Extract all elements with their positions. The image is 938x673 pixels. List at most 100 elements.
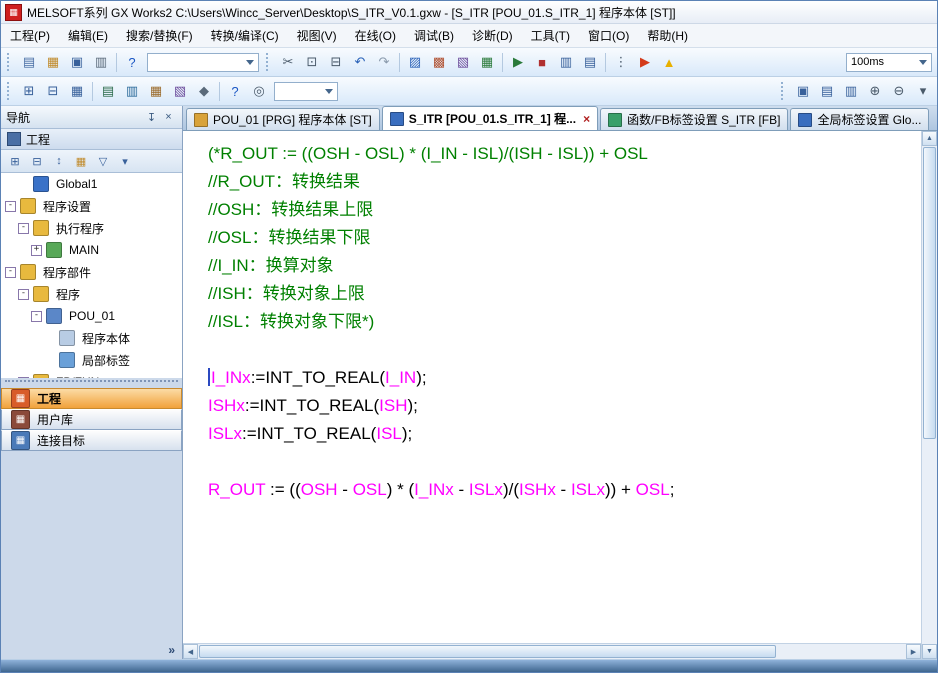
horizontal-scrollbar[interactable]: ◀ ▶ <box>183 643 921 659</box>
menu-item-7[interactable]: 调试(B) <box>405 24 463 47</box>
element-selection-icon[interactable]: ⊟ <box>42 80 64 102</box>
tree-item-6[interactable]: -程序 <box>1 283 182 305</box>
tree-item-2[interactable]: -程序设置 <box>1 195 182 217</box>
cut-icon[interactable]: ✂ <box>277 51 299 73</box>
plc-write-icon[interactable]: ▩ <box>428 51 450 73</box>
collapse-icon[interactable]: - <box>18 223 29 234</box>
paste-icon[interactable]: ⊟ <box>325 51 347 73</box>
nav-button-3[interactable]: ▦连接目标 <box>1 430 182 451</box>
menu-item-4[interactable]: 转换/编译(C) <box>202 24 288 47</box>
chevron-down-icon[interactable] <box>246 60 254 65</box>
cross-reference-icon[interactable]: ▧ <box>169 80 191 102</box>
redo-icon[interactable]: ↷ <box>373 51 395 73</box>
close-panel-icon[interactable]: × <box>160 109 177 126</box>
tree-item-4[interactable]: +MAIN <box>1 239 182 261</box>
zoom-out-icon[interactable]: ⊖ <box>888 80 910 102</box>
tree-item-9[interactable]: 局部标签 <box>1 349 182 371</box>
project-display-icon[interactable]: ▦ <box>71 151 91 171</box>
editor-tab-4[interactable]: 全局标签设置 Glo... <box>790 108 929 130</box>
tree-menu-icon[interactable]: ▾ <box>115 151 135 171</box>
note-display-icon[interactable]: ▥ <box>840 80 862 102</box>
menu-item-11[interactable]: 帮助(H) <box>638 24 697 47</box>
tree-item-7[interactable]: -POU_01 <box>1 305 182 327</box>
overflow-dots-icon[interactable]: ⋮ <box>610 51 632 73</box>
show-all-icon[interactable]: ⊞ <box>5 151 25 171</box>
tree-item-5[interactable]: -程序部件 <box>1 261 182 283</box>
navigation-window-icon[interactable]: ⊞ <box>18 80 40 102</box>
device-comment-display-icon[interactable]: ▤ <box>97 80 119 102</box>
scroll-down-icon[interactable]: ▼ <box>922 644 937 659</box>
copy-icon[interactable]: ⊡ <box>301 51 323 73</box>
collapse-icon[interactable]: - <box>18 377 29 378</box>
undo-icon[interactable]: ↶ <box>349 51 371 73</box>
open-project-icon[interactable]: ▦ <box>42 51 64 73</box>
panel-splitter[interactable] <box>5 380 178 388</box>
tree-item-1[interactable]: Global1 <box>1 173 182 195</box>
collapse-icon[interactable]: - <box>18 289 29 300</box>
statement-display-icon[interactable]: ▤ <box>816 80 838 102</box>
toolbar-grip[interactable] <box>7 53 13 71</box>
scroll-track[interactable] <box>922 440 937 644</box>
expand-icon[interactable]: + <box>31 245 42 256</box>
print-icon[interactable]: ▥ <box>90 51 112 73</box>
menu-item-6[interactable]: 在线(O) <box>346 24 405 47</box>
toolbar-options-icon[interactable]: ▾ <box>912 80 934 102</box>
toolbar-grip[interactable] <box>266 53 272 71</box>
toolbar-grip[interactable] <box>781 82 787 100</box>
context-help-icon[interactable]: ? <box>224 80 246 102</box>
save-project-icon[interactable]: ▣ <box>66 51 88 73</box>
window-select-combo[interactable] <box>147 53 259 72</box>
monitor-mode-icon[interactable]: ▦ <box>476 51 498 73</box>
menu-item-5[interactable]: 视图(V) <box>288 24 346 47</box>
monitor-start-icon[interactable]: ▶ <box>507 51 529 73</box>
scan-time-combo[interactable]: 100ms <box>846 53 932 72</box>
collapse-icon[interactable]: - <box>5 267 16 278</box>
menu-item-2[interactable]: 编辑(E) <box>59 24 117 47</box>
filter-icon[interactable]: ▽ <box>93 151 113 171</box>
pin-icon[interactable]: ↧ <box>143 109 160 126</box>
watch-window-icon[interactable]: ▤ <box>579 51 601 73</box>
tree-item-10[interactable]: -FB/FUN <box>1 371 182 378</box>
find-icon[interactable]: ◎ <box>248 80 270 102</box>
comment-display-icon[interactable]: ▣ <box>792 80 814 102</box>
monitor-stop-icon[interactable]: ■ <box>531 51 553 73</box>
tree-item-8[interactable]: 程序本体 <box>1 327 182 349</box>
scroll-right-icon[interactable]: ▶ <box>906 644 921 659</box>
code-area[interactable]: (*R_OUT := ((OSH - OSL) * (I_IN - ISL)/(… <box>183 131 921 643</box>
horizontal-scroll-thumb[interactable] <box>199 645 776 658</box>
editor-tab-2[interactable]: S_ITR [POU_01.S_ITR_1] 程...× <box>382 106 598 130</box>
device-display-icon[interactable]: ▥ <box>121 80 143 102</box>
toolbar-grip[interactable] <box>7 82 13 100</box>
help-icon[interactable]: ? <box>121 51 143 73</box>
output-window-icon[interactable]: ▦ <box>66 80 88 102</box>
plc-verify-icon[interactable]: ▧ <box>452 51 474 73</box>
tree-item-3[interactable]: -执行程序 <box>1 217 182 239</box>
sort-icon[interactable]: ↕ <box>49 151 69 171</box>
zoom-in-icon[interactable]: ⊕ <box>864 80 886 102</box>
error-list-icon[interactable]: ▲ <box>658 51 680 73</box>
scroll-up-icon[interactable]: ▲ <box>922 131 937 146</box>
find-target-combo[interactable] <box>274 82 338 101</box>
collapse-icon[interactable]: - <box>31 311 42 322</box>
menu-item-1[interactable]: 工程(P) <box>1 24 59 47</box>
run-conversion-icon[interactable]: ▶ <box>634 51 656 73</box>
menu-item-10[interactable]: 窗口(O) <box>579 24 638 47</box>
scroll-left-icon[interactable]: ◀ <box>183 644 198 659</box>
menu-item-8[interactable]: 诊断(D) <box>463 24 522 47</box>
editor-tab-1[interactable]: POU_01 [PRG] 程序本体 [ST] <box>186 108 380 130</box>
editor-tab-3[interactable]: 函数/FB标签设置 S_ITR [FB] <box>600 108 788 130</box>
vertical-scrollbar[interactable]: ▲ ▼ <box>921 131 937 659</box>
nav-button-1[interactable]: ▦工程 <box>1 388 182 409</box>
device-batch-monitor-icon[interactable]: ▥ <box>555 51 577 73</box>
vertical-scroll-thumb[interactable] <box>923 147 936 439</box>
chevron-down-icon[interactable] <box>919 60 927 65</box>
expand-buttons-chevron[interactable]: » <box>1 451 182 660</box>
chevron-down-icon[interactable] <box>325 89 333 94</box>
menu-item-3[interactable]: 搜索/替换(F) <box>117 24 202 47</box>
project-section-header[interactable]: 工程 <box>1 129 182 150</box>
collapse-icon[interactable]: - <box>5 201 16 212</box>
plc-read-icon[interactable]: ▨ <box>404 51 426 73</box>
nav-button-2[interactable]: ▦用户库 <box>1 409 182 430</box>
menu-item-9[interactable]: 工具(T) <box>522 24 579 47</box>
new-project-icon[interactable]: ▤ <box>18 51 40 73</box>
